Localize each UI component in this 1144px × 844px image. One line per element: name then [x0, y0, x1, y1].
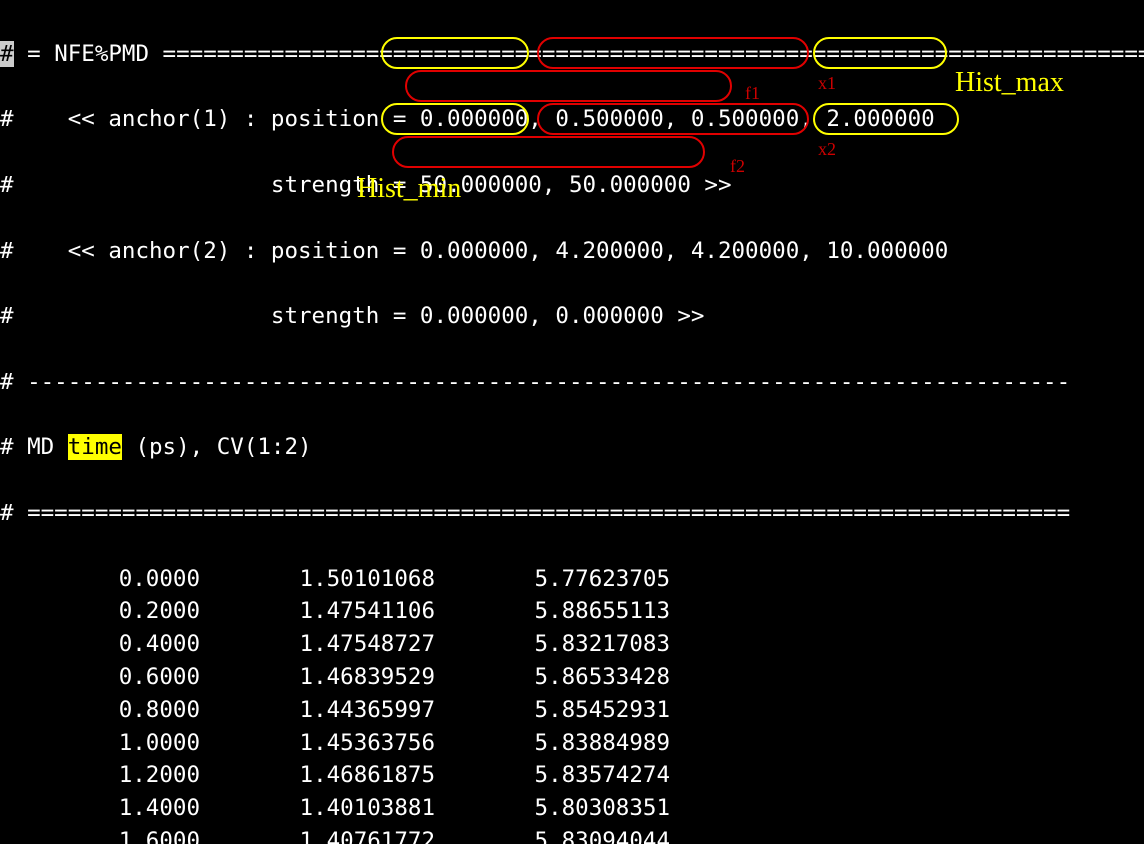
table-row: 1.20001.468618755.83574274	[0, 759, 1144, 792]
table-row: 1.60001.407617725.83094044	[0, 825, 1144, 844]
table-row: 1.00001.453637565.83884989	[0, 727, 1144, 760]
cv1-cell: 1.40761772	[200, 825, 435, 844]
label-f1: f1	[745, 77, 760, 110]
cv2-cell: 5.88655113	[435, 595, 670, 628]
hash-prefix: #	[0, 106, 14, 132]
label-f2: f2	[730, 150, 745, 183]
hash-prefix: #	[0, 303, 14, 329]
anchor2-histmax: 10.000000	[813, 238, 948, 264]
table-row: 0.00001.501010685.77623705	[0, 563, 1144, 596]
cv2-cell: 5.85452931	[435, 694, 670, 727]
anchor1-histmin: 0.000000,	[406, 106, 541, 132]
time-cell: 0.0000	[0, 563, 200, 596]
header-title: NFE%PMD	[54, 41, 149, 67]
cv1-cell: 1.44365997	[200, 694, 435, 727]
anchor2-line: # << anchor(2) : position = 0.000000, 4.…	[0, 235, 1144, 268]
cv1-cell: 1.47548727	[200, 628, 435, 661]
cv1-cell: 1.40103881	[200, 792, 435, 825]
time-cell: 1.0000	[0, 727, 200, 760]
strength1-pre: strength =	[14, 172, 407, 198]
strength1-line: # strength = 50.000000, 50.000000 >>	[0, 169, 1144, 202]
cv1-cell: 1.46861875	[200, 759, 435, 792]
anchor1-mid: 0.500000, 0.500000,	[542, 106, 813, 132]
md-pre: MD	[14, 434, 68, 460]
header-eq: =	[14, 41, 41, 67]
table-row: 1.40001.401038815.80308351	[0, 792, 1144, 825]
double-bar: ========================================…	[14, 500, 1071, 526]
hash-prefix: #	[0, 369, 14, 395]
anchor2-histmin: 0.000000,	[406, 238, 541, 264]
time-cell: 1.2000	[0, 759, 200, 792]
table-row: 0.60001.468395295.86533428	[0, 661, 1144, 694]
cv2-cell: 5.83884989	[435, 727, 670, 760]
strength2-pre: strength =	[14, 303, 407, 329]
label-x2: x2	[818, 133, 836, 166]
cv2-cell: 5.77623705	[435, 563, 670, 596]
cv1-cell: 1.46839529	[200, 661, 435, 694]
cv2-cell: 5.80308351	[435, 792, 670, 825]
terminal-output: # = NFE%PMD ============================…	[0, 0, 1144, 844]
cv2-cell: 5.83217083	[435, 628, 670, 661]
time-cell: 0.8000	[0, 694, 200, 727]
time-cell: 0.6000	[0, 661, 200, 694]
anchor2-pre: << anchor(2) : position =	[14, 238, 407, 264]
double-bar-line: # ======================================…	[0, 497, 1144, 530]
hash-prefix: #	[0, 238, 14, 264]
time-cell: 1.4000	[0, 792, 200, 825]
label-hist-max: Hist_max	[955, 67, 1064, 100]
cv2-cell: 5.83094044	[435, 825, 670, 844]
time-cell: 0.2000	[0, 595, 200, 628]
anchor2-mid: 4.200000, 4.200000,	[542, 238, 813, 264]
anchor1-histmax: 2.000000	[813, 106, 935, 132]
data-table: 0.00001.501010685.776237050.20001.475411…	[0, 563, 1144, 844]
label-hist-min: Hist_min	[357, 173, 461, 206]
hash-prefix: #	[0, 500, 14, 526]
cv1-cell: 1.47541106	[200, 595, 435, 628]
md-highlight-time: time	[68, 434, 122, 460]
header-line: # = NFE%PMD ============================…	[0, 38, 1144, 71]
cursor: #	[0, 41, 14, 67]
md-header-line: # MD time (ps), CV(1:2)	[0, 431, 1144, 464]
time-cell: 1.6000	[0, 825, 200, 844]
cv2-cell: 5.86533428	[435, 661, 670, 694]
cv1-cell: 1.45363756	[200, 727, 435, 760]
label-x1: x1	[818, 67, 836, 100]
cv2-cell: 5.83574274	[435, 759, 670, 792]
divider-line: # --------------------------------------…	[0, 366, 1144, 399]
table-row: 0.20001.475411065.88655113	[0, 595, 1144, 628]
strength2-vals: 0.000000, 0.000000 >>	[406, 303, 704, 329]
time-cell: 0.4000	[0, 628, 200, 661]
anchor1-line: # << anchor(1) : position = 0.000000, 0.…	[0, 103, 1144, 136]
header-bar: ========================================…	[149, 41, 1144, 67]
strength2-line: # strength = 0.000000, 0.000000 >>	[0, 300, 1144, 333]
md-post: (ps), CV(1:2)	[122, 434, 312, 460]
table-row: 0.80001.443659975.85452931	[0, 694, 1144, 727]
table-row: 0.40001.475487275.83217083	[0, 628, 1144, 661]
dash-bar: ----------------------------------------…	[14, 369, 1071, 395]
cv1-cell: 1.50101068	[200, 563, 435, 596]
anchor1-pre: << anchor(1) : position =	[14, 106, 407, 132]
hash-prefix: #	[0, 172, 14, 198]
hash-prefix: #	[0, 434, 14, 460]
